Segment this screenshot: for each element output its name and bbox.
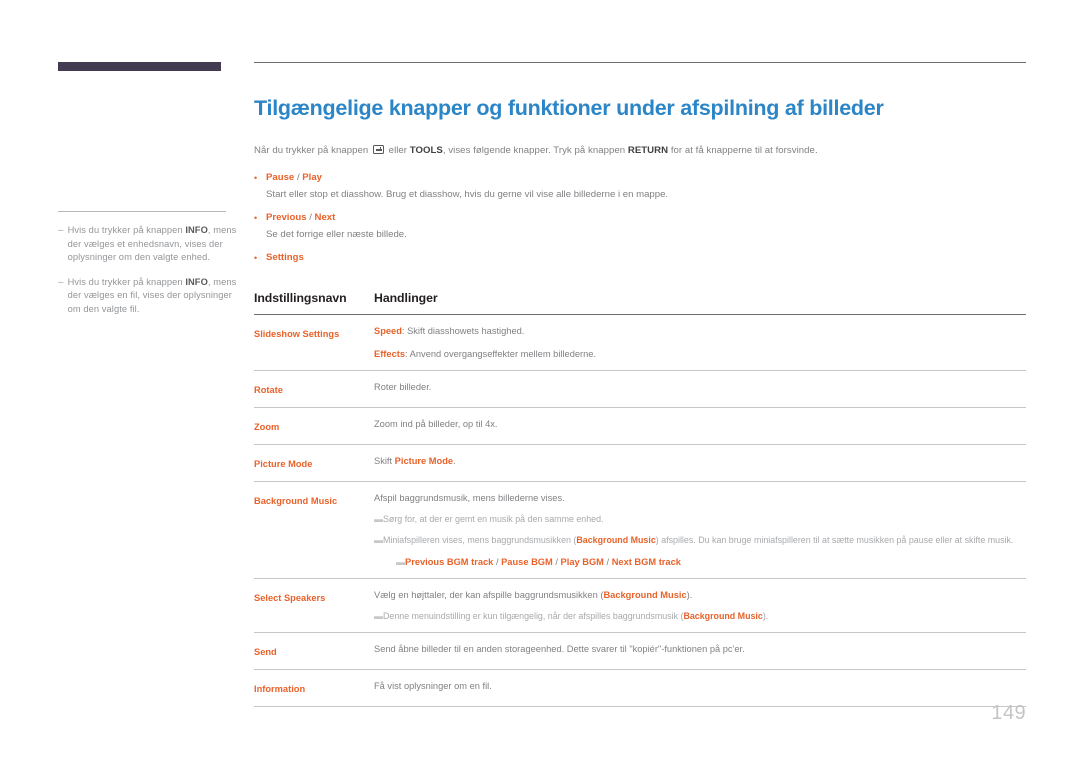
bullet-dot-icon: • <box>254 173 258 184</box>
column-header-actions: Handlinger <box>374 291 1026 316</box>
action-text: Afspil baggrundsmusik, mens billederne v… <box>374 493 565 504</box>
table-cell-action: Vælg en højttaler, der kan afspille bagg… <box>374 578 1026 634</box>
table-row: Send Send åbne billeder til en anden stor… <box>254 632 1026 671</box>
table-cell-setting-name: Send <box>254 632 374 671</box>
table-row: Zoom Zoom ind på billeder, op til 4x. <box>254 407 1026 446</box>
intro-paragraph: Når du trykker på knappen eller TOOLS, v… <box>254 144 1026 158</box>
note-dash-icon: ▬ <box>374 514 383 525</box>
action-text: Få vist oplysninger om en fil. <box>374 681 492 692</box>
table-cell-setting-name: Zoom <box>254 407 374 446</box>
action-note: ▬ Denne menuindstilling er kun tilgængeli… <box>374 610 1026 623</box>
bullet-dot-icon: • <box>254 213 258 224</box>
bullet-title: Previous / Next <box>266 212 336 224</box>
table-header-row: Indstillingsnavn Handlinger <box>254 291 1026 316</box>
table-cell-setting-name: Background Music <box>254 481 374 580</box>
table-cell-action: Send åbne billeder til en anden storagee… <box>374 632 1026 671</box>
setting-name-label: Slideshow Settings <box>254 329 340 340</box>
note-text: Sørg for, at der er gemt en musik på den… <box>383 514 604 525</box>
table-row: Slideshow Settings Speed: Skift diasshowe… <box>254 314 1026 372</box>
note-text: Miniafspilleren vises, mens baggrundsmus… <box>383 535 1014 546</box>
action-note: ▬ Previous BGM track / Pause BGM / Play B… <box>396 556 1026 569</box>
sidebar-note: – Hvis du trykker på knappen INFO, mens d… <box>58 224 240 265</box>
bullet-title: Pause / Play <box>266 172 323 184</box>
table-row: Information Få vist oplysninger om en fil… <box>254 669 1026 708</box>
note-dash-icon: ▬ <box>374 611 383 622</box>
page-number: 149 <box>991 702 1026 724</box>
table-cell-setting-name: Select Speakers <box>254 578 374 634</box>
note-text: Denne menuindstilling er kun tilgængelig… <box>383 611 769 622</box>
setting-name-label: Zoom <box>254 422 280 433</box>
action-text: Roter billeder. <box>374 382 432 393</box>
setting-name-label: Picture Mode <box>254 459 313 470</box>
setting-name-label: Information <box>254 684 306 695</box>
button-bullet-list: • Pause / Play Start eller stop et diassho… <box>254 171 1026 265</box>
table-cell-setting-name: Picture Mode <box>254 444 374 483</box>
setting-name-label: Send <box>254 647 277 658</box>
settings-table: Indstillingsnavn Handlinger Slideshow Se… <box>254 291 1026 708</box>
intro-text-after-icon: eller <box>385 145 410 157</box>
table-cell-action: Roter billeder. <box>374 370 1026 409</box>
sidebar-divider <box>58 211 226 212</box>
note-text: Previous BGM track / Pause BGM / Play BG… <box>405 557 681 568</box>
sidebar-note-list: – Hvis du trykker på knappen INFO, mens d… <box>58 224 240 316</box>
header-rule <box>254 62 1026 64</box>
action-text: Send åbne billeder til en anden storagee… <box>374 644 745 655</box>
setting-name-label: Rotate <box>254 385 283 396</box>
bullet-description: Start eller stop et diasshow. Brug et di… <box>266 189 669 201</box>
table-cell-setting-name: Information <box>254 669 374 708</box>
note-dash-icon: ▬ <box>374 535 383 546</box>
intro-text-tail: for at få knapperne til at forsvinde. <box>668 145 818 157</box>
sidebar-note-text: Hvis du trykker på knappen INFO, mens de… <box>67 225 237 262</box>
sidebar-accent-bar <box>58 62 221 71</box>
note-dash-icon: ▬ <box>396 557 405 568</box>
column-header-setting-name: Indstillingsnavn <box>254 291 374 316</box>
bullet-item: • Previous / Next Se det forrige eller næs… <box>254 211 1026 242</box>
return-button-label: RETURN <box>627 145 669 157</box>
bullet-dot-icon: • <box>254 253 258 264</box>
action-text: Speed: Skift diasshowets hastighed. <box>374 326 525 337</box>
bullet-title: Settings <box>266 252 304 264</box>
action-text: Vælg en højttaler, der kan afspille bagg… <box>374 590 693 601</box>
intro-text-before: Når du trykker på knappen <box>254 145 371 157</box>
note-dash-icon: – <box>58 225 64 236</box>
table-cell-setting-name: Slideshow Settings <box>254 314 374 372</box>
action-note: ▬ Miniafspilleren vises, mens baggrundsmu… <box>374 534 1026 547</box>
table-cell-action: Zoom ind på billeder, op til 4x. <box>374 407 1026 446</box>
table-cell-action: Speed: Skift diasshowets hastighed. Effec… <box>374 314 1026 372</box>
intro-text-middle: , vises følgende knapper. Tryk på knappe… <box>442 145 628 157</box>
table-row: Background Music Afspil baggrundsmusik, m… <box>254 481 1026 580</box>
action-text: Zoom ind på billeder, op til 4x. <box>374 419 498 430</box>
table-row: Rotate Roter billeder. <box>254 370 1026 409</box>
table-cell-action: Afspil baggrundsmusik, mens billederne v… <box>374 481 1026 580</box>
enter-key-icon <box>372 145 384 155</box>
bullet-description: Se det forrige eller næste billede. <box>266 229 407 241</box>
sidebar-note-text: Hvis du trykker på knappen INFO, mens de… <box>67 276 237 314</box>
table-cell-action: Skift Picture Mode. <box>374 444 1026 483</box>
bullet-item: • Settings <box>254 251 1026 265</box>
main-content: Tilgængelige knapper og funktioner under… <box>254 62 1026 708</box>
note-dash-icon: – <box>58 276 64 288</box>
action-text: Effects: Anvend overgangseffekter mellem… <box>374 349 597 360</box>
table-row: Select Speakers Vælg en højttaler, der ka… <box>254 578 1026 634</box>
setting-name-label: Background Music <box>254 496 338 507</box>
setting-name-label: Select Speakers <box>254 593 326 604</box>
page-title: Tilgængelige knapper og funktioner under… <box>254 96 884 121</box>
action-text: Skift Picture Mode. <box>374 456 456 467</box>
sidebar-note: – Hvis du trykker på knappen INFO, mens d… <box>58 276 240 317</box>
table-cell-action: Få vist oplysninger om en fil. <box>374 669 1026 708</box>
table-cell-setting-name: Rotate <box>254 370 374 409</box>
action-note: ▬ Sørg for, at der er gemt en musik på de… <box>374 513 1026 526</box>
tools-button-label: TOOLS <box>409 145 443 157</box>
table-row: Picture Mode Skift Picture Mode. <box>254 444 1026 483</box>
sidebar: – Hvis du trykker på knappen INFO, mens d… <box>58 62 240 327</box>
bullet-item: • Pause / Play Start eller stop et diassho… <box>254 171 1026 202</box>
